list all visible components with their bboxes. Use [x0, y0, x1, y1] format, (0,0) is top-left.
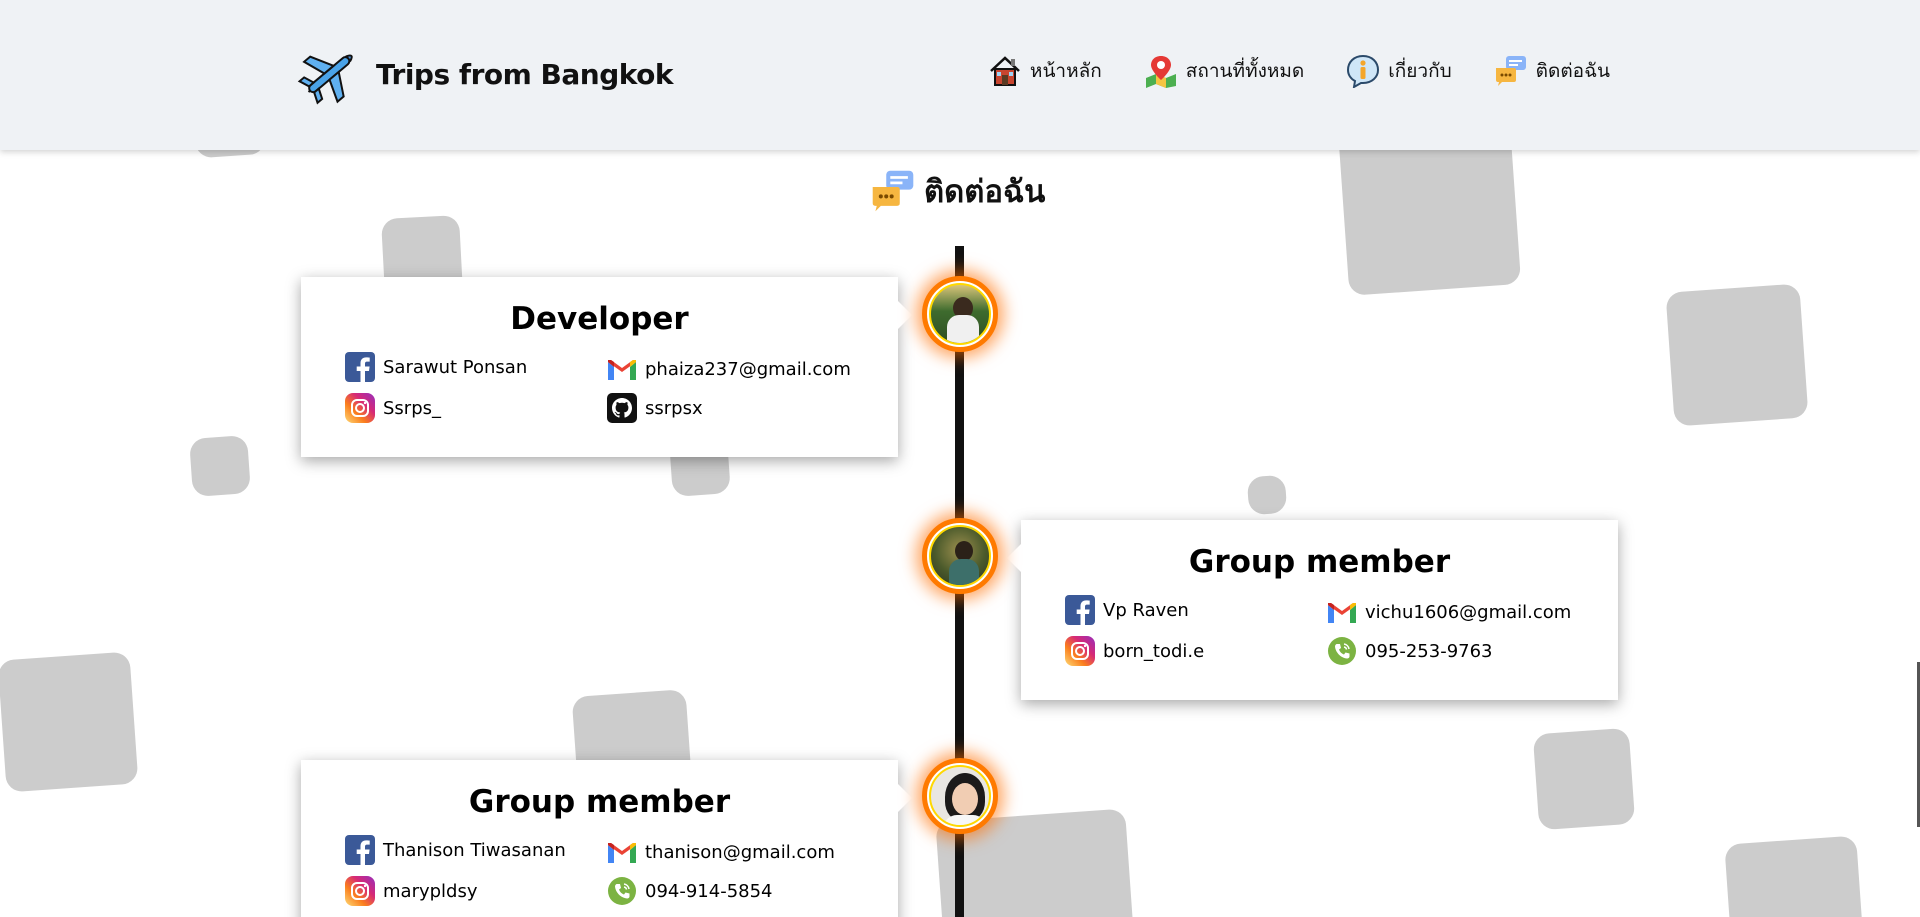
- chat-bubbles-icon: [870, 168, 916, 214]
- instagram-icon: [345, 393, 375, 423]
- facebook-contact[interactable]: Sarawut Ponsan: [345, 352, 527, 382]
- nav-label: สถานที่ทั้งหมด: [1185, 60, 1305, 82]
- background-square: [1246, 474, 1288, 516]
- gmail-icon: [607, 354, 637, 384]
- airplane-icon: [296, 40, 364, 108]
- github-icon: [607, 393, 637, 423]
- contact-text: 094-914-5854: [645, 880, 773, 902]
- section-title: ติดต่อฉัน: [870, 166, 1045, 216]
- contact-text: thanison@gmail.com: [645, 841, 835, 863]
- contact-text: vichu1606@gmail.com: [1365, 601, 1572, 623]
- background-square: [1665, 283, 1809, 427]
- card-title: Developer: [510, 301, 689, 337]
- gmail-contact[interactable]: phaiza237@gmail.com: [607, 354, 851, 384]
- github-contact[interactable]: ssrpsx: [607, 393, 703, 423]
- contact-card: Group member Vp Raven vichu1606@gmail.co…: [1007, 520, 1618, 700]
- nav-about[interactable]: เกี่ยวกับ: [1346, 54, 1452, 88]
- instagram-contact[interactable]: marypldsy: [345, 876, 478, 906]
- contact-text: marypldsy: [383, 880, 478, 902]
- gmail-icon: [1327, 597, 1357, 627]
- gmail-icon: [607, 837, 637, 867]
- map-pin-icon: [1144, 54, 1178, 88]
- contact-text: Vp Raven: [1103, 599, 1189, 621]
- main-nav: หน้าหลัก สถานที่ทั้งหมด เกี่ยวกับ ติดต่อ…: [988, 54, 1610, 88]
- nav-label: เกี่ยวกับ: [1388, 60, 1452, 82]
- contact-text: Sarawut Ponsan: [383, 356, 528, 378]
- info-icon: [1346, 54, 1380, 88]
- instagram-contact[interactable]: born_todi.e: [1065, 636, 1204, 666]
- background-square: [189, 435, 251, 497]
- card-title: Group member: [1188, 544, 1451, 580]
- nav-label: หน้าหลัก: [1029, 60, 1102, 82]
- section-title-text: ติดต่อฉัน: [924, 174, 1046, 210]
- contact-card: Developer Sarawut Ponsan phaiza237@gmail…: [301, 277, 912, 457]
- facebook-icon: [1065, 595, 1095, 625]
- contact-text: ssrpsx: [645, 397, 703, 419]
- chat-bubbles-icon: [1494, 54, 1528, 88]
- background-square: [1724, 835, 1864, 917]
- contact-text: born_todi.e: [1103, 640, 1205, 662]
- facebook-contact[interactable]: Thanison Tiwasanan: [345, 835, 566, 865]
- instagram-icon: [345, 876, 375, 906]
- brand-title: Trips from Bangkok: [376, 57, 673, 91]
- contact-text: 095-253-9763: [1365, 640, 1493, 662]
- phone-icon: [1327, 636, 1357, 666]
- avatar: [922, 758, 998, 834]
- nav-contact[interactable]: ติดต่อฉัน: [1494, 54, 1610, 88]
- contact-text: Thanison Tiwasanan: [383, 839, 566, 861]
- phone-contact[interactable]: 094-914-5854: [607, 876, 773, 906]
- background-square: [0, 651, 139, 793]
- house-icon: [988, 54, 1022, 88]
- facebook-contact[interactable]: Vp Raven: [1065, 595, 1189, 625]
- phone-contact[interactable]: 095-253-9763: [1327, 636, 1493, 666]
- navbar: Trips from Bangkok หน้าหลัก สถานที่ทั้งห…: [0, 0, 1920, 150]
- card-title: Group member: [468, 784, 731, 820]
- contact-card: Group member Thanison Tiwasanan thanison…: [301, 760, 912, 917]
- phone-icon: [607, 876, 637, 906]
- brand[interactable]: Trips from Bangkok: [296, 40, 673, 108]
- avatar: [922, 518, 998, 594]
- instagram-icon: [1065, 636, 1095, 666]
- contact-page: Trips from Bangkok หน้าหลัก สถานที่ทั้งห…: [0, 0, 1920, 917]
- contact-text: Ssrps_: [383, 397, 442, 419]
- nav-label: ติดต่อฉัน: [1535, 60, 1610, 82]
- nav-home[interactable]: หน้าหลัก: [988, 54, 1102, 88]
- background-square: [1532, 727, 1636, 831]
- avatar: [922, 276, 998, 352]
- contact-text: phaiza237@gmail.com: [645, 358, 851, 380]
- instagram-contact[interactable]: Ssrps_: [345, 393, 441, 423]
- facebook-icon: [345, 835, 375, 865]
- gmail-contact[interactable]: thanison@gmail.com: [607, 837, 835, 867]
- nav-all-places[interactable]: สถานที่ทั้งหมด: [1144, 54, 1304, 88]
- gmail-contact[interactable]: vichu1606@gmail.com: [1327, 597, 1571, 627]
- facebook-icon: [345, 352, 375, 382]
